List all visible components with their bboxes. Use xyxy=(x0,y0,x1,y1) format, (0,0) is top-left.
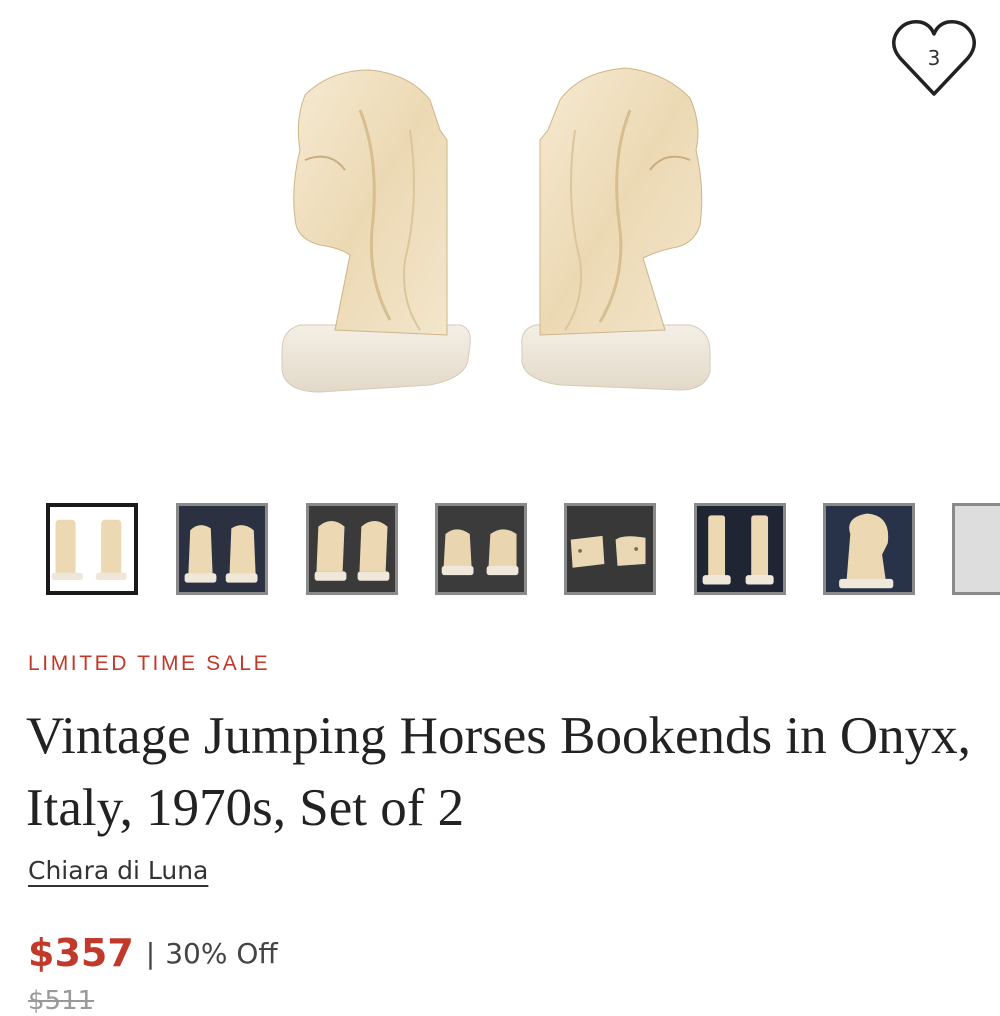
sale-label: LIMITED TIME SALE xyxy=(28,652,271,675)
thumbnail-image xyxy=(955,506,1000,592)
onyx-bookends-illustration xyxy=(281,67,711,393)
product-title: Vintage Jumping Horses Bookends in Onyx,… xyxy=(26,707,971,837)
original-price: $511 xyxy=(28,986,95,1016)
thumbnail-image xyxy=(309,506,395,592)
right-bookend xyxy=(521,67,711,391)
favorite-button[interactable]: 3 xyxy=(890,16,978,100)
thumbnail-7[interactable] xyxy=(823,503,915,595)
thumbnail-1[interactable] xyxy=(46,503,138,595)
thumbnail-8[interactable] xyxy=(952,503,1000,595)
thumbnail-6[interactable] xyxy=(694,503,786,595)
price-separator: | xyxy=(145,936,156,970)
thumbnail-5[interactable] xyxy=(564,503,656,595)
price-row: $357 | 30% Off xyxy=(28,925,278,981)
thumbnail-image xyxy=(567,506,653,592)
thumbnail-2[interactable] xyxy=(176,503,268,595)
seller-link[interactable]: Chiara di Luna xyxy=(28,856,208,885)
thumbnail-image xyxy=(438,506,524,592)
thumbnail-4[interactable] xyxy=(435,503,527,595)
left-bookend xyxy=(281,69,471,393)
thumbnail-image xyxy=(826,506,912,592)
thumbnail-image xyxy=(179,506,265,592)
thumbnail-3[interactable] xyxy=(306,503,398,595)
sale-price: $357 xyxy=(28,931,134,975)
favorite-count: 3 xyxy=(927,46,941,70)
product-main-image[interactable] xyxy=(0,0,1000,470)
thumbnail-strip[interactable] xyxy=(0,503,1000,599)
thumbnail-image xyxy=(697,506,783,592)
discount-label: 30% Off xyxy=(165,936,278,970)
thumbnail-image xyxy=(50,507,134,591)
